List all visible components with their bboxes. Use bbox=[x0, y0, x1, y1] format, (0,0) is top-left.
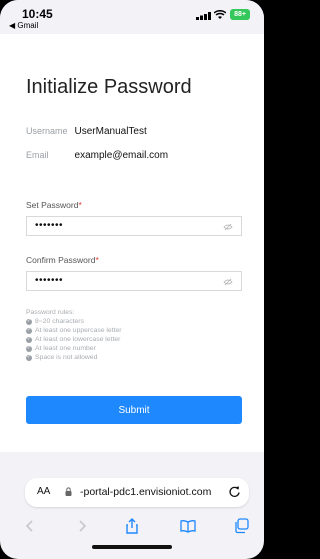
reload-icon[interactable] bbox=[228, 485, 241, 498]
check-circle-icon: ✓ bbox=[26, 318, 32, 325]
rule-item: ✓ At least one number bbox=[26, 345, 96, 352]
lock-icon bbox=[65, 487, 72, 496]
status-bar: 10:45 ◀ Gmail 88+ bbox=[0, 0, 264, 34]
signal-icon bbox=[196, 12, 211, 20]
set-password-value: ••••••• bbox=[35, 220, 64, 231]
tabs-icon[interactable] bbox=[234, 518, 250, 534]
rule-item: ✓ 8~20 characters bbox=[26, 318, 84, 325]
eye-hidden-icon[interactable] bbox=[223, 277, 233, 287]
address-bar[interactable]: AA -portal-pdc1.envisioniot.com bbox=[25, 478, 249, 507]
check-circle-icon: ✓ bbox=[26, 327, 32, 334]
rule-item: ✓ Space is not allowed bbox=[26, 354, 98, 361]
confirm-password-input[interactable]: ••••••• bbox=[26, 271, 242, 291]
set-password-label: Set Password* bbox=[26, 200, 82, 210]
password-rules-heading: Password rules: bbox=[26, 309, 75, 316]
bookmarks-icon[interactable] bbox=[180, 518, 196, 534]
email-row: Email example@email.com bbox=[26, 150, 168, 161]
set-password-input[interactable]: ••••••• bbox=[26, 216, 242, 236]
browser-toolbar bbox=[0, 512, 264, 559]
battery-indicator: 88+ bbox=[230, 9, 250, 20]
back-chevron-icon[interactable] bbox=[22, 518, 38, 534]
check-circle-icon: ✓ bbox=[26, 336, 32, 343]
rule-item: ✓ At least one lowercase letter bbox=[26, 336, 121, 343]
forward-chevron-icon[interactable] bbox=[74, 518, 90, 534]
rule-item: ✓ At least one uppercase letter bbox=[26, 327, 122, 334]
url-text[interactable]: -portal-pdc1.envisioniot.com bbox=[80, 486, 211, 498]
email-label: Email bbox=[26, 150, 49, 160]
submit-button[interactable]: Submit bbox=[26, 396, 242, 424]
confirm-password-label: Confirm Password* bbox=[26, 255, 99, 265]
username-row: Username UserManualTest bbox=[26, 126, 147, 137]
page-title: Initialize Password bbox=[26, 76, 192, 98]
wifi-icon bbox=[214, 10, 226, 19]
back-to-gmail-link[interactable]: ◀ Gmail bbox=[9, 21, 38, 30]
phone-screen: 10:45 ◀ Gmail 88+ Initialize Password Us… bbox=[0, 0, 264, 559]
check-circle-icon: ✓ bbox=[26, 354, 32, 361]
email-value: example@email.com bbox=[74, 150, 169, 161]
check-circle-icon: ✓ bbox=[26, 345, 32, 352]
home-indicator bbox=[92, 545, 172, 549]
username-value: UserManualTest bbox=[74, 126, 147, 137]
username-label: Username bbox=[26, 126, 68, 136]
page-content: Initialize Password Username UserManualT… bbox=[0, 34, 264, 452]
share-icon[interactable] bbox=[124, 518, 140, 534]
password-rules: Password rules: ✓ 8~20 characters ✓ At l… bbox=[26, 308, 122, 362]
browser-address-area: AA -portal-pdc1.envisioniot.com bbox=[0, 478, 264, 508]
confirm-password-value: ••••••• bbox=[35, 275, 64, 286]
eye-hidden-icon[interactable] bbox=[223, 222, 233, 232]
reader-aa-button[interactable]: AA bbox=[37, 486, 50, 497]
status-time: 10:45 bbox=[22, 7, 53, 21]
